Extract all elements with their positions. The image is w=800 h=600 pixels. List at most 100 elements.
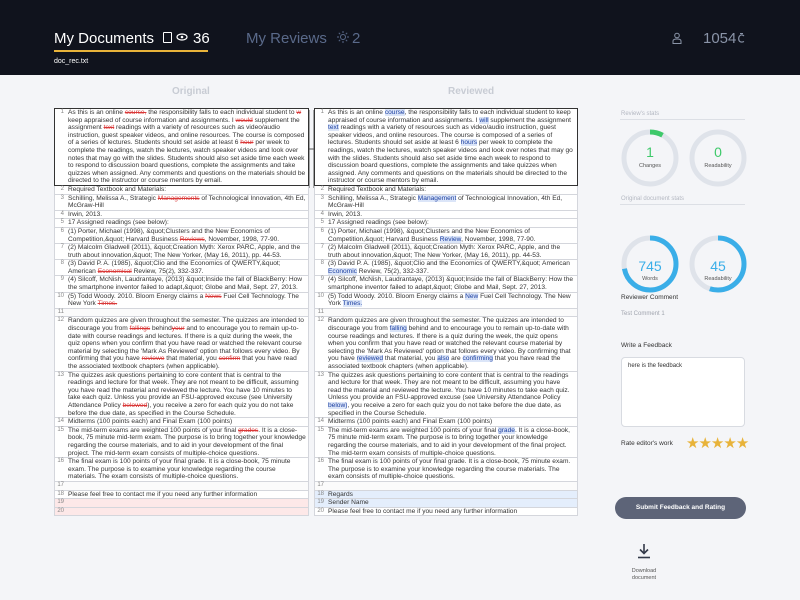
reviewed-line-12[interactable]: 12 Random quizzes are given throughout th… — [314, 317, 578, 372]
tab-my-reviews[interactable]: My Reviews — [246, 30, 327, 47]
submit-feedback-button[interactable]: Submit Feedback and Rating — [615, 497, 746, 519]
line-number: 14 — [57, 418, 64, 425]
user-icon[interactable] — [672, 32, 682, 44]
star-icon[interactable]: ★ — [736, 435, 749, 452]
line-number: 19 — [317, 499, 324, 506]
coin-icon — [738, 33, 745, 43]
feedback-title: Write a Feedback — [621, 342, 672, 349]
line-number: 20 — [317, 507, 324, 514]
line-number: 7 — [320, 244, 324, 251]
line-text: The final exam is 100 points of your fin… — [328, 458, 571, 481]
line-text: Required Textbook and Materials: — [328, 185, 427, 193]
original-line-11[interactable]: 11 — [54, 308, 309, 318]
line-number: 12 — [57, 317, 64, 324]
line-number: 4 — [60, 210, 64, 217]
reviewed-line-16[interactable]: 16 The final exam is 100 points of your f… — [314, 458, 578, 482]
reviewed-line-1[interactable]: 1 As this is an online course, the respon… — [314, 108, 578, 186]
reviewed-line-8[interactable]: 8 (3) David P. A. (1985), &quot;Clio and … — [314, 260, 578, 277]
line-text: Required Textbook and Materials: — [68, 185, 167, 193]
reviewed-line-19[interactable]: 19 Sender Name — [314, 499, 578, 508]
original-document-panel[interactable]: 1 As this is an online course, the respon… — [54, 108, 309, 520]
tab-my-documents[interactable]: My Documents — [54, 30, 154, 47]
line-text: Midterms (100 points each) and Final Exa… — [68, 418, 233, 426]
original-line-6[interactable]: 6 (1) Porter, Michael (1998), &quot;Clust… — [54, 227, 309, 245]
original-line-2[interactable]: 2 Required Textbook and Materials: — [54, 185, 309, 195]
original-line-3[interactable]: 3 Schilling, Melissa A., Strategic Manage… — [54, 194, 309, 211]
star-icon[interactable]: ★ — [723, 435, 736, 452]
line-number: 17 — [317, 481, 324, 488]
line-text: (5) Todd Woody. 2010. Bloom Energy claim… — [328, 292, 571, 308]
star-rating[interactable]: ★★★★★ — [686, 434, 749, 452]
line-text: (2) Malcolm Gladwell (2011), &quot;Creat… — [68, 244, 301, 259]
reviewed-line-13[interactable]: 13 The quizzes ask questions pertaining t… — [314, 371, 578, 419]
line-text: (1) Porter, Michael (1998), &quot;Cluste… — [68, 227, 280, 243]
line-text — [66, 508, 308, 516]
reviewed-line-3[interactable]: 3 Schilling, Melissa A., Strategic Manage… — [314, 194, 578, 211]
changes-label: Changes — [638, 163, 662, 169]
original-line-17[interactable]: 17 — [54, 481, 309, 491]
original-line-8[interactable]: 8 (3) David P. A. (1985), &quot;Clio and … — [54, 260, 309, 277]
reviewed-line-7[interactable]: 7 (2) Malcolm Gladwell (2011), &quot;Crea… — [314, 244, 578, 261]
line-text: The mid-term exams are weighted 100 poin… — [68, 426, 306, 457]
reviewed-line-5[interactable]: 5 17 Assigned readings (see below): — [314, 219, 578, 228]
line-number: 15 — [57, 426, 64, 433]
original-line-4[interactable]: 4 Irwin, 2013. — [54, 210, 309, 220]
original-line-14[interactable]: 14 Midterms (100 points each) and Final E… — [54, 418, 309, 427]
reviewed-line-17[interactable]: 17 — [314, 481, 578, 491]
reviewed-line-18[interactable]: 18 Regards — [314, 490, 578, 500]
download-icon[interactable] — [637, 543, 651, 559]
line-number: 3 — [320, 194, 324, 201]
original-stats-label: Original document stats — [621, 196, 685, 202]
line-number: 8 — [60, 260, 64, 267]
line-number: 6 — [320, 227, 324, 234]
star-icon[interactable]: ★ — [711, 435, 724, 452]
original-line-20[interactable]: 20 — [54, 507, 309, 517]
original-line-16[interactable]: 16 The final exam is 100 points of your f… — [54, 458, 309, 482]
reviewed-line-15[interactable]: 15 The mid-term exams are weighted 100 po… — [314, 426, 578, 459]
reviewed-line-10[interactable]: 10 (5) Todd Woody. 2010. Bloom Energy cla… — [314, 292, 578, 309]
eye-icon — [176, 33, 188, 41]
line-text: (4) Silcoff, McNish, Laudrantaye, (2013)… — [328, 276, 574, 292]
line-number: 11 — [57, 308, 64, 315]
line-number: 2 — [320, 185, 324, 192]
line-text: Midterms (100 points each) and Final Exa… — [328, 418, 493, 426]
star-icon[interactable]: ★ — [686, 435, 699, 452]
original-line-1[interactable]: 1 As this is an online course, the respon… — [54, 108, 309, 186]
reviewed-line-6[interactable]: 6 (1) Porter, Michael (1998), &quot;Clust… — [314, 227, 578, 245]
line-number: 3 — [60, 194, 64, 201]
original-line-19[interactable]: 19 — [54, 499, 309, 508]
original-line-18[interactable]: 18 Please feel free to contact me if you … — [54, 490, 309, 500]
readability-label: Readability — [704, 163, 732, 169]
reviewed-line-9[interactable]: 9 (4) Silcoff, McNish, Laudrantaye, (2013… — [314, 276, 578, 293]
reviewed-line-20[interactable]: 20 Please feel free to contact me if you … — [314, 507, 578, 517]
rate-editor-label: Rate editor's work — [621, 440, 673, 447]
line-number: 1 — [60, 109, 64, 115]
line-text: (3) David P. A. (1985), &quot;Clio and t… — [328, 260, 570, 275]
download-document-label[interactable]: Download document — [624, 568, 664, 581]
original-line-10[interactable]: 10 (5) Todd Woody. 2010. Bloom Energy cla… — [54, 292, 309, 309]
reviewed-line-11[interactable]: 11 — [314, 308, 578, 318]
feedback-textarea[interactable]: here is the feedback — [621, 357, 745, 427]
reviewed-line-14[interactable]: 14 Midterms (100 points each) and Final E… — [314, 418, 578, 427]
original-line-7[interactable]: 7 (2) Malcolm Gladwell (2011), &quot;Crea… — [54, 244, 309, 261]
line-number: 4 — [320, 210, 324, 217]
document-count: 36 — [193, 30, 210, 47]
reviewed-line-4[interactable]: 4 Irwin, 2013. — [314, 210, 578, 220]
line-number: 16 — [317, 458, 324, 465]
line-text: Sender Name — [328, 499, 369, 507]
original-line-12[interactable]: 12 Random quizzes are given throughout th… — [54, 317, 309, 372]
star-icon[interactable]: ★ — [698, 435, 711, 452]
line-number: 2 — [60, 185, 64, 192]
original-line-9[interactable]: 9 (4) Silcoff, McNish, Laudrantaye, (2013… — [54, 276, 309, 293]
line-number: 1 — [320, 109, 324, 115]
reviewer-comment-title: Reviewer Comment — [621, 294, 679, 301]
original-line-13[interactable]: 13 The quizzes ask questions pertaining t… — [54, 371, 309, 419]
reviewed-line-2[interactable]: 2 Required Textbook and Materials: — [314, 185, 578, 195]
line-text: As this is an online course, the respons… — [328, 109, 573, 185]
line-text — [326, 482, 577, 490]
line-number: 18 — [317, 490, 324, 497]
line-number: 12 — [317, 317, 324, 324]
original-line-15[interactable]: 15 The mid-term exams are weighted 100 po… — [54, 426, 309, 459]
original-line-5[interactable]: 5 17 Assigned readings (see below): — [54, 219, 309, 228]
reviewed-document-panel[interactable]: 1 As this is an online course, the respon… — [314, 108, 578, 520]
